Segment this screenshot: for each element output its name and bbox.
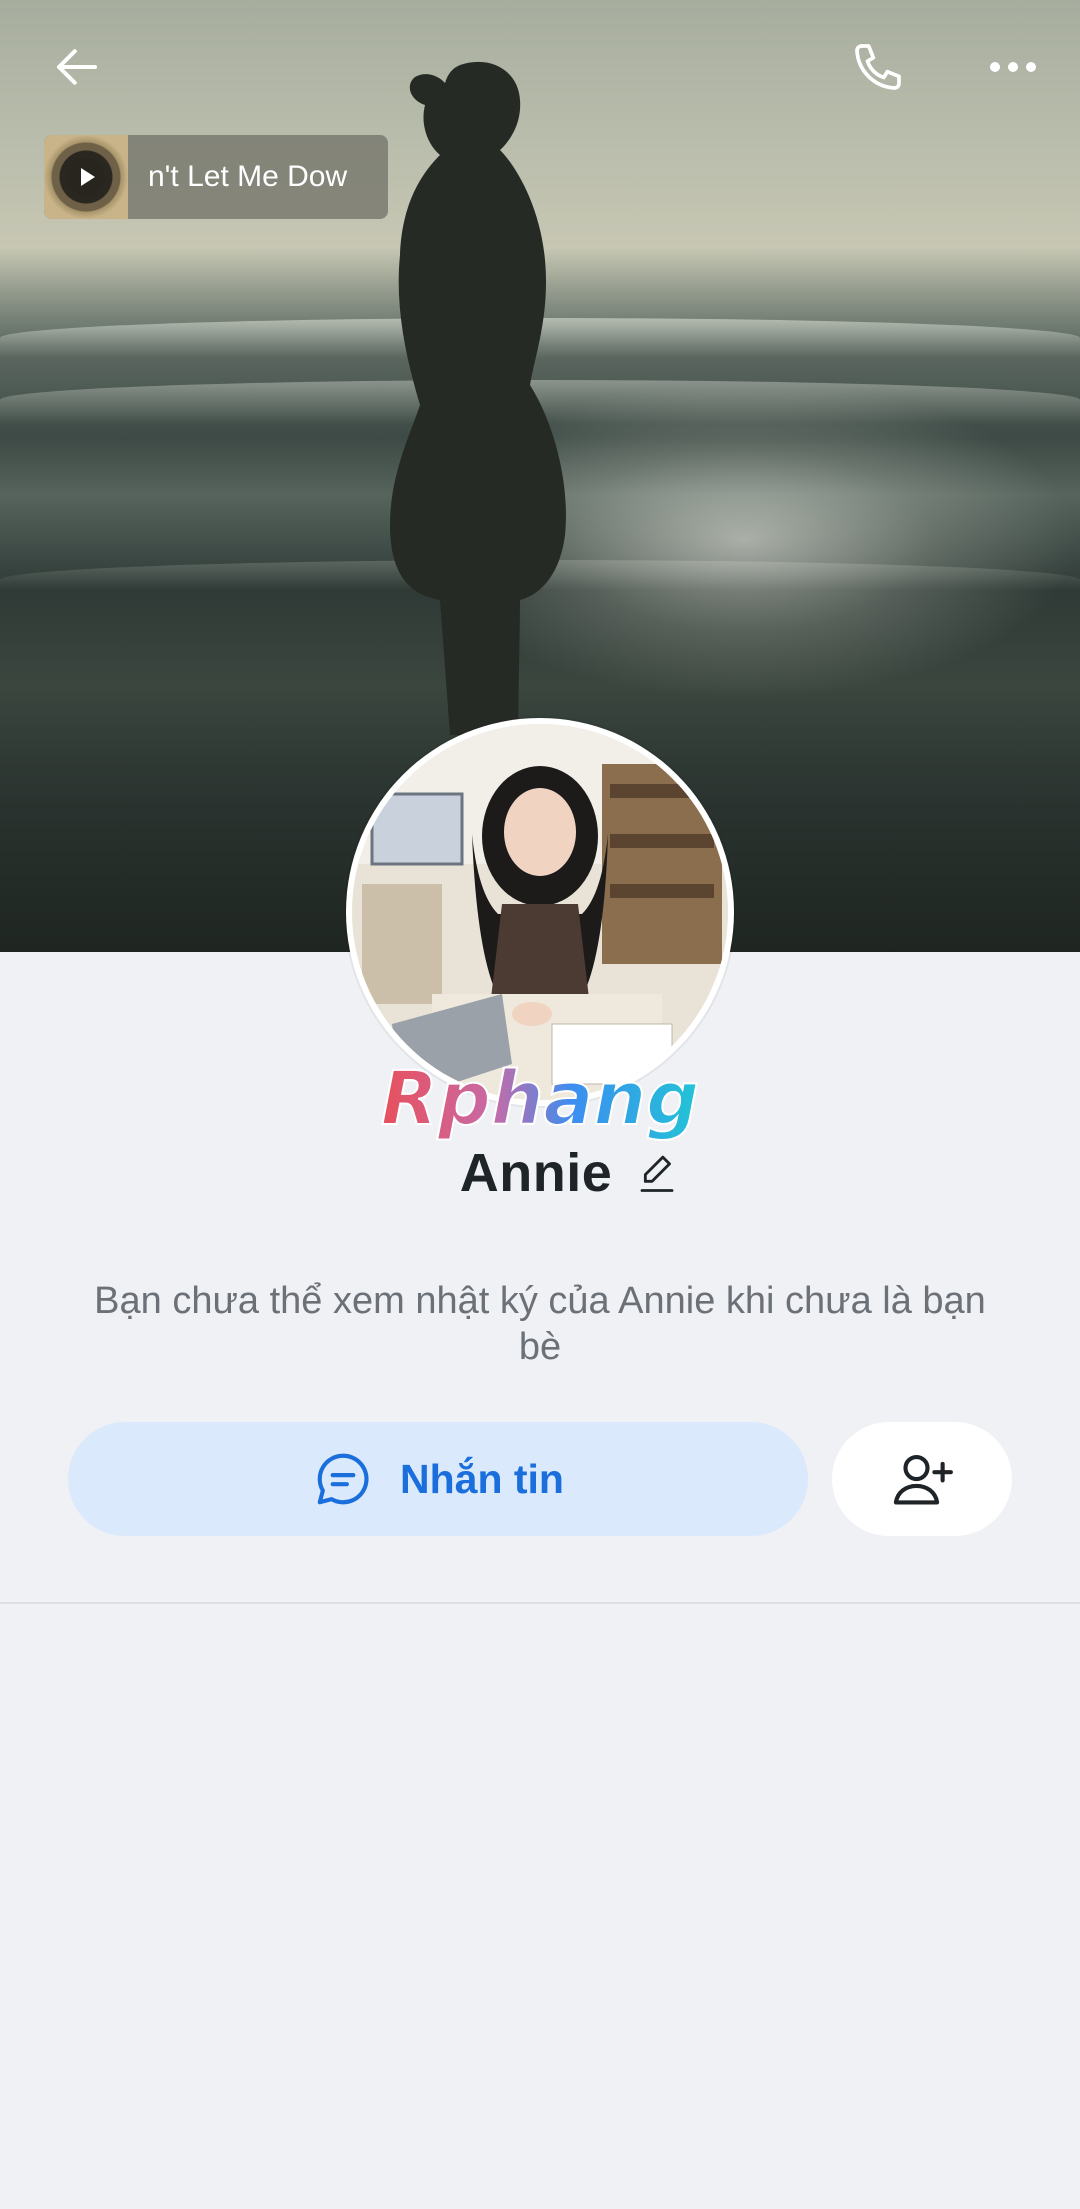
pencil-icon bbox=[640, 1155, 674, 1192]
name-row: Annie bbox=[0, 1142, 1080, 1204]
phone-icon bbox=[855, 44, 901, 90]
profile-music-player[interactable]: n't Let Me Dow bbox=[44, 135, 388, 219]
logo-text: Rphang bbox=[381, 1058, 699, 1142]
avatar-image bbox=[352, 724, 728, 1100]
more-horizontal-icon bbox=[990, 62, 1036, 72]
add-user-icon bbox=[893, 1454, 953, 1505]
music-album-art bbox=[44, 135, 128, 219]
call-button[interactable] bbox=[833, 22, 923, 112]
message-button-label: Nhắn tin bbox=[400, 1455, 564, 1502]
profile-screen: n't Let Me Dow Rphang Annie Bạn chưa thể… bbox=[0, 0, 1080, 2209]
message-button[interactable]: Nhắn tin bbox=[68, 1422, 808, 1536]
back-button[interactable] bbox=[32, 22, 122, 112]
more-options-button[interactable] bbox=[968, 22, 1058, 112]
section-divider bbox=[0, 1602, 1080, 1604]
music-title: n't Let Me Dow bbox=[148, 160, 348, 193]
play-icon[interactable] bbox=[66, 157, 106, 197]
edit-name-button[interactable] bbox=[634, 1150, 680, 1196]
display-name: Annie bbox=[459, 1143, 613, 1203]
arrow-left-icon bbox=[56, 49, 98, 85]
avatar[interactable] bbox=[346, 718, 734, 1106]
add-friend-button[interactable] bbox=[832, 1422, 1012, 1536]
rphang-logo: Rphang bbox=[380, 1058, 700, 1143]
privacy-note: Bạn chưa thể xem nhật ký của Annie khi c… bbox=[94, 1280, 986, 1368]
chat-bubble-icon bbox=[317, 1453, 369, 1505]
